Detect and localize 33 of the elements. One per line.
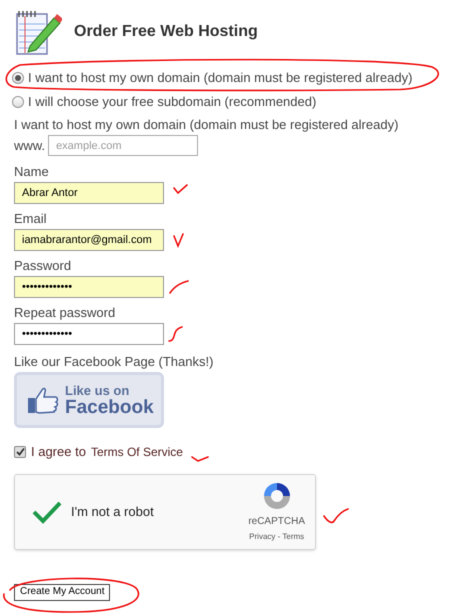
annotation-tick: [173, 233, 184, 248]
terms-link[interactable]: Terms Of Service: [90, 442, 183, 461]
notepad-pencil-icon: [14, 8, 62, 56]
captcha-links[interactable]: Privacy - Terms: [249, 531, 304, 543]
annotation-tick: [168, 326, 183, 342]
input-field[interactable]: Abrar Antor: [14, 182, 164, 204]
domain-field[interactable]: example.com: [48, 135, 198, 156]
section-label: Like our Facebook Page (Thanks!): [14, 353, 214, 370]
field-label: Email: [14, 210, 47, 227]
field-label: Repeat password: [14, 304, 116, 321]
field-label: Password: [14, 257, 72, 274]
annotation-tick: [191, 456, 209, 462]
option-label: I will choose your free subdomain (recommended): [28, 94, 316, 110]
annotation-tick: [169, 280, 189, 294]
input-field[interactable]: •••••••••••••: [14, 276, 164, 298]
create-account-button[interactable]: Create My Account: [14, 584, 110, 600]
input-field[interactable]: •••••••••••••: [14, 323, 164, 345]
thumbs-up-icon: [27, 386, 59, 414]
radio-button[interactable]: [12, 72, 24, 84]
page-title: Order Free Web Hosting: [74, 22, 258, 42]
field-label: Name: [14, 163, 49, 180]
radio-button[interactable]: [12, 96, 24, 108]
checkbox-label: I agree to: [31, 443, 86, 461]
facebook-like-button[interactable]: Like us on Facebook: [14, 372, 164, 428]
annotation-tick: [323, 508, 349, 524]
annotation-tick: [173, 184, 188, 194]
option-label: I want to host my own domain (domain must be registered already): [28, 70, 412, 86]
captcha-brand: reCAPTCHA: [248, 515, 305, 529]
captcha-label: I'm not a robot: [71, 502, 155, 521]
section-heading: I want to host my own domain (domain must be registered already): [14, 116, 400, 134]
checkbox[interactable]: [14, 446, 26, 458]
domain-prefix: www.: [14, 136, 46, 155]
input-field[interactable]: iamabrarantor@gmail.com: [14, 229, 164, 251]
